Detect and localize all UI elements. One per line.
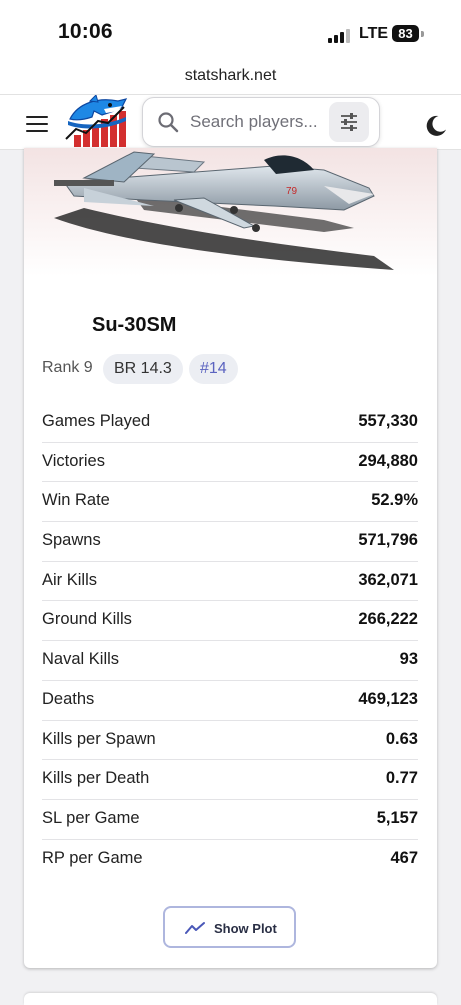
trend-line-icon [185, 922, 205, 934]
stat-value: 469,123 [358, 689, 418, 708]
filter-button[interactable] [329, 102, 369, 142]
vehicle-name: Su-30SM [92, 314, 177, 336]
moon-icon[interactable] [424, 114, 448, 138]
stat-label: Victories [42, 451, 105, 470]
stat-row: Win Rate 52.9% [42, 482, 418, 523]
position-badge[interactable]: #14 [189, 354, 238, 384]
br-badge: BR 14.3 [103, 354, 183, 384]
stat-value: 93 [399, 650, 418, 669]
network-label: LTE [359, 25, 389, 42]
next-card [24, 993, 437, 1005]
show-plot-label: Show Plot [214, 921, 277, 936]
stat-label: Win Rate [42, 491, 110, 510]
stat-label: Deaths [42, 689, 95, 708]
stat-row: Naval Kills 93 [42, 641, 418, 681]
stat-row: Deaths 469,123 [42, 681, 418, 721]
stat-label: Kills per Death [42, 769, 150, 788]
stat-label: Kills per Spawn [42, 729, 156, 748]
stat-row: Ground Kills 266,222 [42, 601, 418, 642]
shark-logo-icon[interactable] [64, 95, 130, 149]
stat-value: 571,796 [358, 531, 418, 550]
search-icon [158, 112, 179, 133]
stat-row: Spawns 571,796 [42, 522, 418, 562]
stat-label: Games Played [42, 412, 151, 430]
stat-value: 0.63 [385, 729, 418, 748]
stat-row: RP per Game 467 [42, 840, 418, 879]
stat-label: SL per Game [42, 808, 140, 827]
stat-label: RP per Game [42, 848, 143, 867]
menu-icon[interactable] [26, 116, 48, 133]
stat-value: 0.77 [385, 769, 418, 788]
stat-value: 557,330 [358, 412, 418, 430]
stat-value: 52.9% [371, 491, 418, 510]
svg-text:79: 79 [286, 186, 298, 197]
stat-row: Games Played 557,330 [42, 403, 418, 443]
stat-row: Air Kills 362,071 [42, 562, 418, 602]
stat-label: Naval Kills [42, 650, 120, 669]
signal-icon [328, 27, 350, 43]
url-bar[interactable]: statshark.net [0, 62, 461, 94]
stat-row: SL per Game 5,157 [42, 800, 418, 840]
stat-value: 467 [390, 848, 418, 867]
stat-value: 294,880 [358, 451, 418, 470]
vehicle-card: 79 Su-30SM Rank 9 BR 14.3 #14 Games Play… [24, 148, 437, 968]
show-plot-button[interactable]: Show Plot [163, 906, 296, 948]
status-bar: 10:06 LTE 83 [0, 0, 461, 62]
search-box [142, 97, 380, 147]
stat-row: Victories 294,880 [42, 443, 418, 483]
stat-value: 5,157 [376, 808, 418, 827]
sliders-icon [341, 113, 357, 131]
aircraft-image: 79 [24, 148, 437, 276]
search-input[interactable] [190, 110, 322, 134]
stats-table: Games Played 557,330 Victories 294,880 Win… [42, 403, 418, 878]
status-time: 10:06 [58, 20, 113, 43]
stat-value: 362,071 [358, 570, 418, 589]
rank-label: Rank 9 [42, 359, 93, 376]
stat-label: Spawns [42, 531, 101, 550]
stat-row: Kills per Death 0.77 [42, 760, 418, 800]
battery-icon: 83 [392, 25, 419, 42]
stat-value: 266,222 [358, 610, 418, 629]
stat-label: Air Kills [42, 570, 98, 589]
site-header [0, 94, 461, 150]
battery-tip [421, 31, 424, 37]
stat-row: Kills per Spawn 0.63 [42, 721, 418, 761]
stat-label: Ground Kills [42, 610, 132, 629]
